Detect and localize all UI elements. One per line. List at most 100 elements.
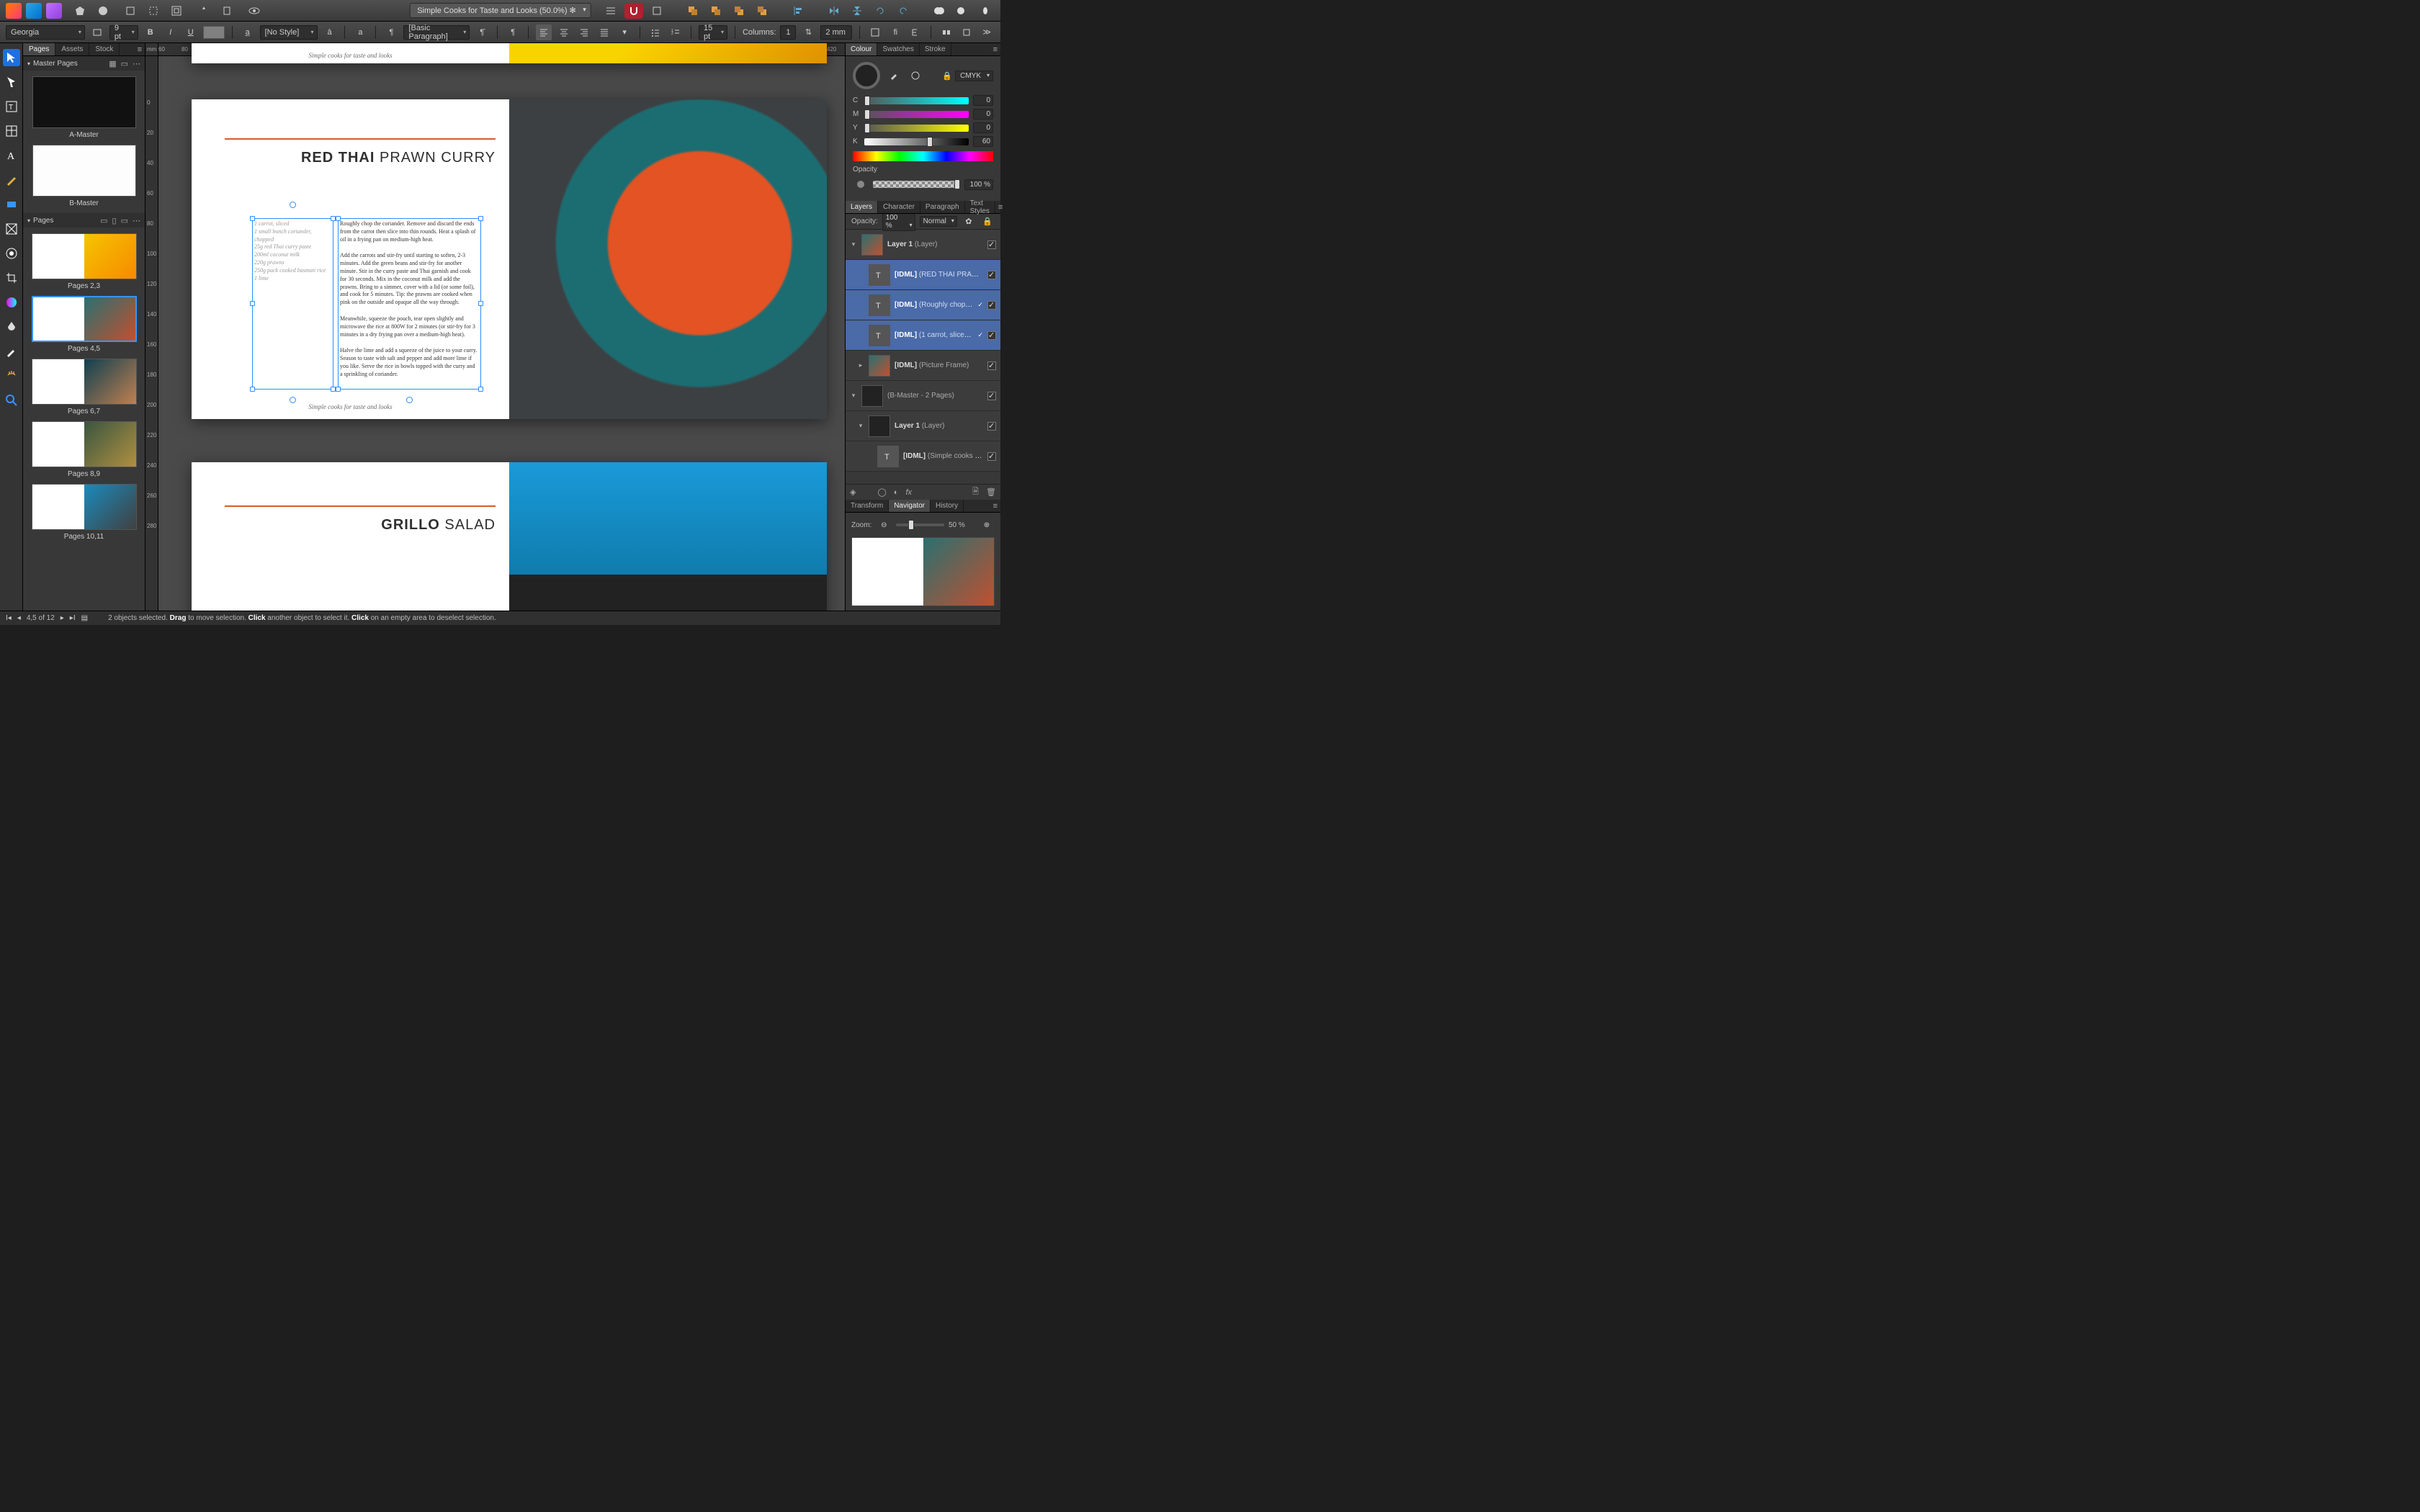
pages-header[interactable]: ▾Pages ▭ ▯ ▭ ⋯ <box>23 213 145 228</box>
wrap-icon[interactable] <box>959 24 974 40</box>
zoom-in-icon[interactable]: ⊕ <box>979 517 995 533</box>
para-style-select[interactable]: [Basic Paragraph] <box>403 25 470 40</box>
black-slider[interactable] <box>864 138 969 145</box>
adjust-icon[interactable]: ◐ <box>894 488 899 497</box>
artistic-text-tool-icon[interactable]: A <box>3 147 20 164</box>
ruler-unit-label[interactable]: mm <box>145 43 158 56</box>
bullet-list-icon[interactable] <box>647 24 663 40</box>
eyedropper-apply-icon[interactable] <box>908 68 923 84</box>
flip-h-icon[interactable] <box>825 3 843 19</box>
spread-8-9-thumb[interactable] <box>32 421 137 467</box>
transparency-tool-icon[interactable] <box>3 318 20 336</box>
layer-settings-icon[interactable]: ✿ <box>962 214 976 230</box>
rectangle-tool-icon[interactable] <box>3 196 20 213</box>
magenta-slider[interactable] <box>864 111 969 118</box>
colour-picker-tool-icon[interactable] <box>3 343 20 360</box>
text-frame-options-icon[interactable] <box>867 24 883 40</box>
reset-para-icon[interactable]: ¶ <box>505 24 521 40</box>
layer-row[interactable]: ▾Layer 1 (Layer) <box>846 230 1000 260</box>
pages-tab[interactable]: Pages <box>23 43 55 55</box>
yellow-slider[interactable] <box>864 125 969 132</box>
pages-add-icon[interactable]: ▭ <box>121 216 128 225</box>
more-context-icon[interactable]: ≫ <box>979 24 995 40</box>
spread-10-11-thumb[interactable] <box>32 484 137 530</box>
next-page-icon[interactable]: ▸ <box>60 614 64 622</box>
master-more-icon[interactable]: ⋯ <box>133 59 140 68</box>
fx-icon[interactable]: fx <box>905 488 912 497</box>
character-tab[interactable]: Character <box>878 201 920 213</box>
vector-crop-tool-icon[interactable] <box>3 269 20 287</box>
pin-icon[interactable] <box>194 3 213 19</box>
preview-mode-icon[interactable] <box>245 3 264 19</box>
font-preview-icon[interactable] <box>89 24 105 40</box>
stock-tab[interactable]: Stock <box>89 43 120 55</box>
next-recipe-title[interactable]: GRILLO SALAD <box>225 505 496 534</box>
eyedropper-icon[interactable] <box>886 68 902 84</box>
add-layer-icon[interactable]: 🗎 <box>972 485 979 499</box>
layer-row[interactable]: T[IDML] (Roughly chop the c✓ <box>846 290 1000 320</box>
layer-row[interactable]: ▾ (B-Master - 2 Pages) <box>846 381 1000 411</box>
affinity-designer-icon[interactable] <box>26 3 42 19</box>
flip-v-icon[interactable] <box>848 3 866 19</box>
zoom-slider[interactable] <box>896 523 944 526</box>
snapping-icon[interactable] <box>624 3 643 19</box>
transform-tab[interactable]: Transform <box>846 500 889 512</box>
nav-panel-menu-icon[interactable]: ≡ <box>990 502 1000 510</box>
master-pages-header[interactable]: ▾Master Pages ▦ ▭ ⋯ <box>23 56 145 71</box>
font-size-field[interactable]: 9 pt <box>109 25 138 40</box>
blend-mode-select[interactable]: Normal <box>920 216 957 227</box>
layer-row[interactable]: T[IDML] (RED THAI PRAWN C <box>846 260 1000 290</box>
zoom-value-field[interactable]: 50 % <box>949 521 974 529</box>
instructions-text-frame[interactable]: Roughly chop the coriander. Remove and d… <box>338 218 481 390</box>
prev-page-icon[interactable]: ◂ <box>17 614 21 622</box>
spread-next[interactable]: GRILLO SALAD <box>192 462 827 611</box>
move-front-icon[interactable] <box>753 3 771 19</box>
colour-tab[interactable]: Colour <box>846 43 877 55</box>
clip-canvas-icon[interactable] <box>647 3 666 19</box>
assets-tab[interactable]: Assets <box>55 43 89 55</box>
pen-tool-icon[interactable] <box>3 171 20 189</box>
table-tool-icon[interactable] <box>3 122 20 140</box>
view-tool-icon[interactable] <box>3 367 20 384</box>
move-tool-icon[interactable] <box>3 49 20 66</box>
cyan-slider[interactable] <box>864 97 969 104</box>
pages-view-b-icon[interactable]: ▯ <box>112 216 117 225</box>
italic-button[interactable]: I <box>163 24 179 40</box>
cyan-value[interactable]: 0 <box>973 95 993 106</box>
hue-strip[interactable] <box>853 151 993 161</box>
align-left-icon[interactable] <box>789 3 807 19</box>
reset-formatting-icon[interactable]: a <box>352 24 368 40</box>
text-colour-swatch[interactable] <box>203 26 225 39</box>
underline-button[interactable]: U <box>183 24 199 40</box>
mask-icon[interactable]: ◯ <box>877 487 886 497</box>
anchor-mode-icon[interactable] <box>218 3 236 19</box>
history-tab[interactable]: History <box>931 500 964 512</box>
layers-tab[interactable]: Layers <box>846 201 878 213</box>
baseline-grid-icon[interactable] <box>601 3 620 19</box>
navigator-preview[interactable] <box>851 537 995 606</box>
affinity-photo-icon[interactable] <box>46 3 62 19</box>
layer-row[interactable]: T[IDML] (1 carrot, sliced ¶1 s✓ <box>846 320 1000 351</box>
black-value[interactable]: 60 <box>973 136 993 147</box>
spread-4-5-thumb[interactable] <box>32 296 137 342</box>
layer-row[interactable]: ▸[IDML] (Picture Frame) <box>846 351 1000 381</box>
selection-mode-a-icon[interactable] <box>121 3 140 19</box>
fill-tool-icon[interactable] <box>3 294 20 311</box>
number-list-icon[interactable]: 12 <box>668 24 684 40</box>
delete-layer-icon[interactable]: 🗑 <box>986 487 996 497</box>
page-list-icon[interactable]: ▤ <box>81 614 88 622</box>
document-title-dropdown[interactable]: Simple Cooks for Taste and Looks (50.0%)… <box>409 3 591 18</box>
boolean-add-icon[interactable] <box>930 3 949 19</box>
align-justify-text-icon[interactable] <box>596 24 612 40</box>
affinity-publisher-icon[interactable] <box>6 3 22 19</box>
opacity-slider[interactable] <box>873 181 960 188</box>
spread-2-3-thumb[interactable] <box>32 233 137 279</box>
update-char-style-icon[interactable]: ā <box>322 24 338 40</box>
last-page-icon[interactable]: ▸I <box>70 614 76 622</box>
first-page-icon[interactable]: I◂ <box>6 614 12 622</box>
layers-panel-menu-icon[interactable]: ≡ <box>995 203 1005 212</box>
zoom-tool-icon[interactable] <box>3 392 20 409</box>
recipe-title[interactable]: RED THAI PRAWN CURRY <box>225 138 496 166</box>
place-image-tool-icon[interactable] <box>3 245 20 262</box>
layer-lock-icon[interactable]: 🔒 <box>980 214 995 230</box>
